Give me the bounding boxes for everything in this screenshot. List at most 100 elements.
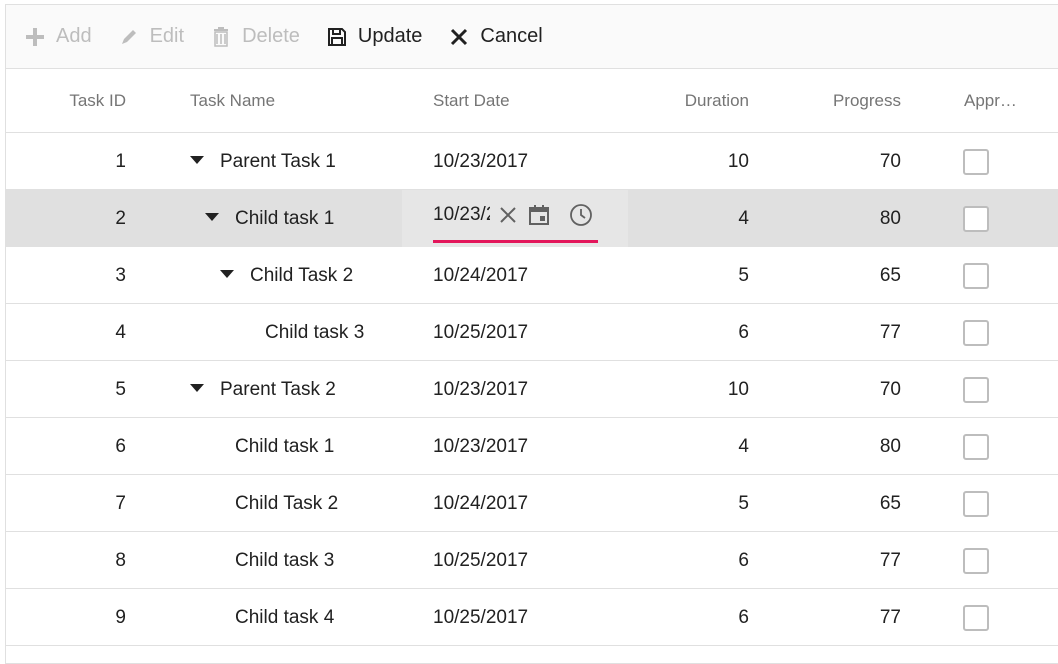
- task-id-cell: 8: [115, 550, 126, 571]
- progress-cell: 65: [879, 265, 901, 286]
- approved-cell: [963, 133, 991, 190]
- approved-checkbox[interactable]: [963, 263, 989, 289]
- task-name-text: Child Task 2: [235, 493, 339, 514]
- close-icon: [448, 26, 470, 48]
- progress-cell: 80: [879, 208, 901, 229]
- table-row-editing[interactable]: 2 Child task 1 10/23/2017 4 80: [6, 190, 1058, 247]
- tree-grid: Add Edit Delete Update Cancel Task ID Ta…: [5, 4, 1058, 664]
- update-button[interactable]: Update: [326, 17, 423, 57]
- header-start-date[interactable]: Start Date: [433, 69, 510, 133]
- task-id-cell: 9: [115, 607, 126, 628]
- task-name-text: Child task 1: [235, 436, 335, 457]
- task-name-text: Child task 3: [235, 550, 335, 571]
- collapse-caret-icon[interactable]: [205, 212, 219, 221]
- task-name-cell: Child task 1: [190, 418, 334, 475]
- approved-checkbox[interactable]: [963, 605, 989, 631]
- progress-cell: 77: [879, 322, 901, 343]
- approved-checkbox[interactable]: [963, 320, 989, 346]
- start-date-cell: 10/23/2017: [433, 436, 529, 457]
- duration-cell: 6: [738, 322, 749, 343]
- task-name-text: Child task 3: [265, 322, 365, 343]
- table-row[interactable]: 7 Child Task 2 10/24/2017 5 65: [6, 475, 1058, 532]
- approved-checkbox[interactable]: [963, 149, 989, 175]
- table-row[interactable]: 5 Parent Task 2 10/23/2017 10 70: [6, 361, 1058, 418]
- task-id-cell: 2: [115, 208, 126, 229]
- table-row[interactable]: 1 Parent Task 1 10/23/2017 10 70: [6, 133, 1058, 190]
- task-name-text: Parent Task 1: [220, 151, 336, 172]
- collapse-caret-icon[interactable]: [190, 383, 204, 392]
- header-progress[interactable]: Progress: [786, 69, 901, 133]
- delete-button[interactable]: Delete: [210, 17, 300, 57]
- table-row[interactable]: 8 Child task 3 10/25/2017 6 77: [6, 532, 1058, 589]
- duration-cell: 4: [738, 436, 749, 457]
- collapse-caret-icon[interactable]: [190, 155, 204, 164]
- progress-cell: 70: [879, 151, 901, 172]
- pencil-icon: [118, 26, 140, 48]
- progress-cell: 80: [879, 436, 901, 457]
- clear-icon[interactable]: [495, 202, 521, 228]
- duration-cell: 4: [738, 208, 749, 229]
- plus-icon: [24, 26, 46, 48]
- delete-label: Delete: [242, 25, 300, 47]
- approved-checkbox[interactable]: [963, 434, 989, 460]
- duration-cell: 6: [738, 607, 749, 628]
- start-date-cell: 10/24/2017: [433, 265, 529, 286]
- start-date-input[interactable]: 10/23/2017: [433, 204, 490, 226]
- start-date-cell: 10/23/2017: [433, 151, 529, 172]
- duration-cell: 5: [738, 265, 749, 286]
- clock-icon[interactable]: [568, 202, 594, 228]
- calendar-icon[interactable]: [526, 202, 552, 228]
- grid-toolbar: Add Edit Delete Update Cancel: [6, 5, 1058, 69]
- task-id-cell: 7: [115, 493, 126, 514]
- add-label: Add: [56, 25, 92, 47]
- task-name-text: Child Task 2: [250, 265, 354, 286]
- task-id-cell: 4: [115, 322, 126, 343]
- start-date-cell: 10/25/2017: [433, 550, 529, 571]
- duration-cell: 6: [738, 550, 749, 571]
- task-name-cell: Child task 3: [190, 304, 364, 361]
- update-label: Update: [357, 25, 423, 47]
- grid-header: Task ID Task Name Start Date Duration Pr…: [6, 69, 1058, 133]
- start-date-cell: 10/25/2017: [433, 322, 529, 343]
- approved-checkbox[interactable]: [963, 206, 989, 232]
- approved-cell: [963, 304, 991, 361]
- progress-cell: 77: [879, 607, 901, 628]
- progress-cell: 70: [879, 379, 901, 400]
- task-name-cell: Child task 4: [190, 589, 334, 646]
- cancel-button[interactable]: Cancel: [448, 17, 543, 57]
- progress-cell: 77: [879, 550, 901, 571]
- duration-cell: 5: [738, 493, 749, 514]
- start-date-editor[interactable]: 10/23/2017: [433, 190, 598, 243]
- table-row[interactable]: 4 Child task 3 10/25/2017 6 77: [6, 304, 1058, 361]
- approved-cell: [963, 190, 991, 247]
- header-approved[interactable]: Appr…: [964, 69, 1017, 133]
- edit-label: Edit: [149, 25, 185, 47]
- task-name-cell: Child Task 2: [190, 247, 353, 304]
- task-name-cell: Child task 3: [190, 532, 334, 589]
- start-date-cell: 10/24/2017: [433, 493, 529, 514]
- table-row[interactable]: 9 Child task 4 10/25/2017 6 77: [6, 589, 1058, 646]
- edit-button[interactable]: Edit: [118, 17, 184, 57]
- approved-checkbox[interactable]: [963, 548, 989, 574]
- header-task-id[interactable]: Task ID: [6, 69, 126, 133]
- approved-checkbox[interactable]: [963, 377, 989, 403]
- collapse-caret-icon[interactable]: [220, 269, 234, 278]
- table-row[interactable]: 3 Child Task 2 10/24/2017 5 65: [6, 247, 1058, 304]
- cancel-label: Cancel: [480, 25, 543, 47]
- approved-cell: [963, 361, 991, 418]
- approved-cell: [963, 247, 991, 304]
- task-id-cell: 1: [115, 151, 126, 172]
- approved-cell: [963, 418, 991, 475]
- table-row[interactable]: 6 Child task 1 10/23/2017 4 80: [6, 418, 1058, 475]
- approved-cell: [963, 532, 991, 589]
- header-duration[interactable]: Duration: [626, 69, 749, 133]
- duration-cell: 10: [727, 379, 749, 400]
- task-name-text: Child task 4: [235, 607, 335, 628]
- task-name-cell: Child task 1: [190, 190, 334, 247]
- approved-cell: [963, 475, 991, 532]
- task-id-cell: 6: [115, 436, 126, 457]
- add-button[interactable]: Add: [24, 17, 92, 57]
- approved-checkbox[interactable]: [963, 491, 989, 517]
- task-name-cell: Parent Task 2: [190, 361, 336, 418]
- header-task-name[interactable]: Task Name: [190, 69, 275, 133]
